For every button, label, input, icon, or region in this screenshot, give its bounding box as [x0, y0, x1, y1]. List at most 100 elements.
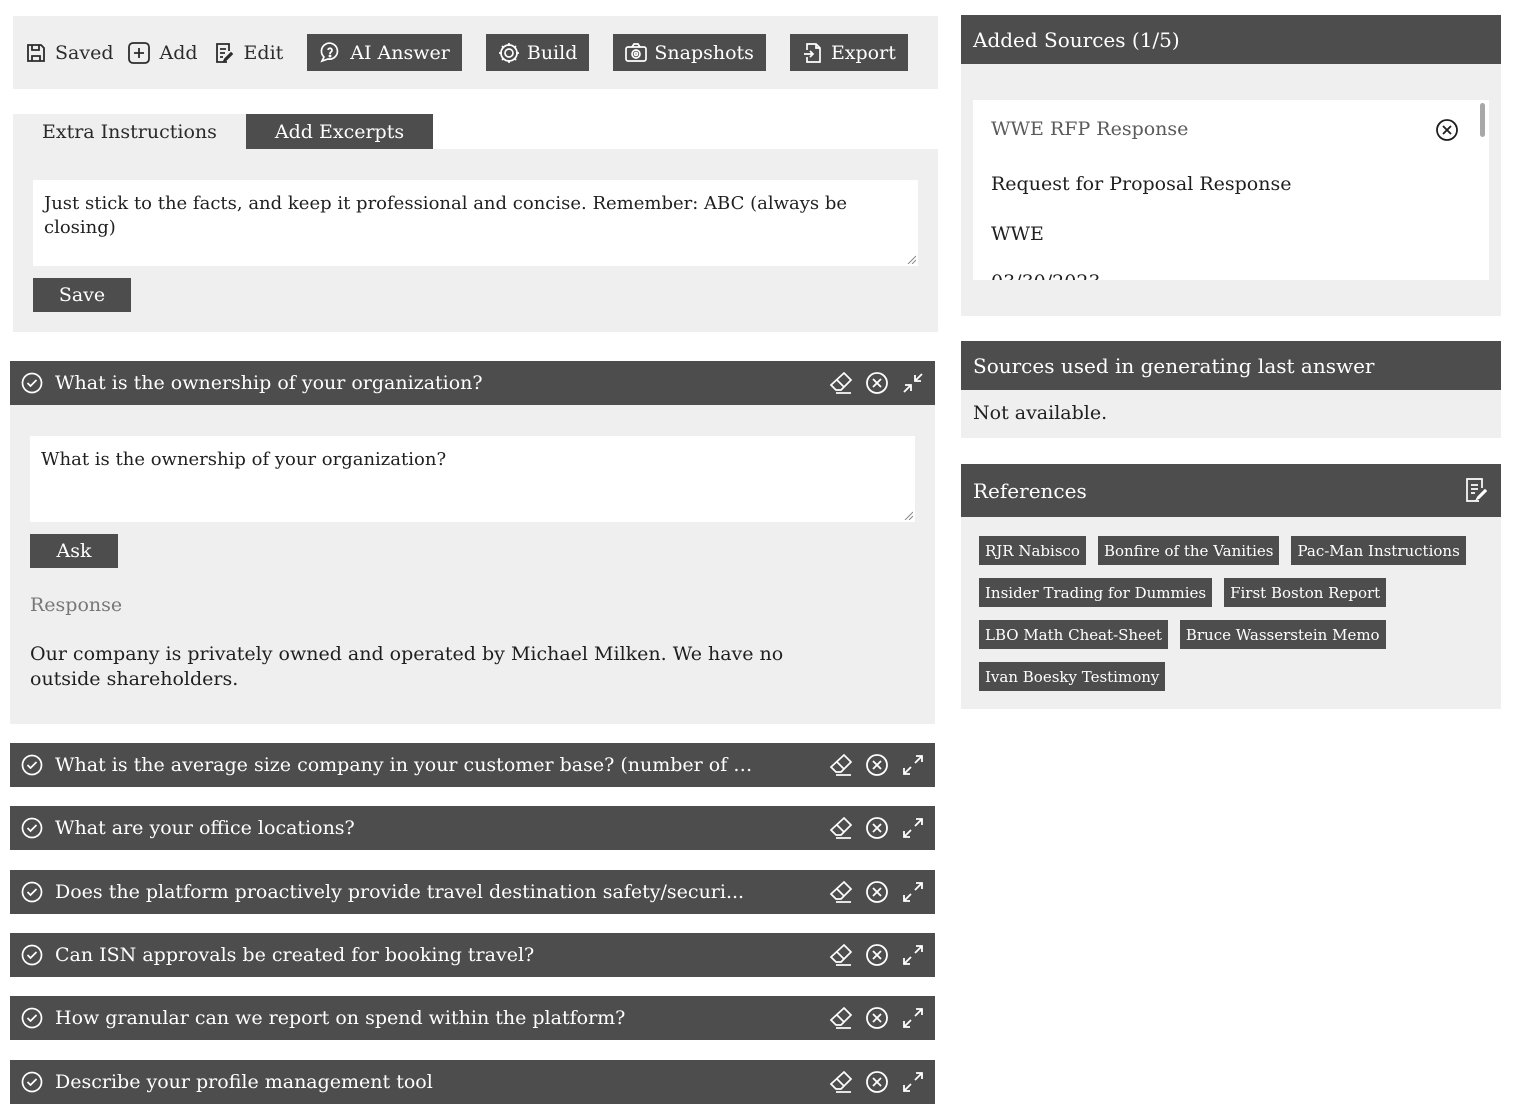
source-preview-line: Request for Proposal Response: [991, 173, 1292, 195]
question-header[interactable]: Describe your profile management tool: [10, 1060, 935, 1104]
question-input-value: What is the ownership of your organizati…: [41, 449, 447, 470]
edit-button[interactable]: Edit: [212, 34, 284, 71]
ai-answer-button[interactable]: AI Answer: [307, 34, 462, 71]
eraser-icon[interactable]: [828, 815, 854, 841]
references-body: RJR Nabisco Bonfire of the Vanities Pac-…: [961, 517, 1501, 709]
source-preview-line: 03/30/2023: [991, 271, 1101, 280]
camera-icon: [624, 41, 654, 65]
source-preview-line: WWE: [991, 223, 1044, 245]
question-expanded-body: What is the ownership of your organizati…: [10, 405, 935, 724]
add-label: Add: [159, 41, 198, 64]
question-chat-icon: [318, 41, 350, 65]
resize-handle-icon[interactable]: [907, 255, 916, 264]
question-title: Describe your profile management tool: [55, 1071, 433, 1093]
source-card[interactable]: WWE RFP Response Request for Proposal Re…: [973, 100, 1489, 280]
eraser-icon[interactable]: [828, 752, 854, 778]
reference-tag[interactable]: Bruce Wasserstein Memo: [1179, 620, 1386, 649]
question-title: Does the platform proactively provide tr…: [55, 881, 745, 903]
question-textarea[interactable]: What is the ownership of your organizati…: [30, 436, 915, 522]
ask-button[interactable]: Ask: [30, 534, 118, 568]
tab-body: Just stick to the facts, and keep it pro…: [13, 149, 938, 332]
export-label: Export: [830, 41, 896, 64]
edit-document-icon: [212, 41, 244, 65]
instructions-textarea[interactable]: Just stick to the facts, and keep it pro…: [33, 180, 918, 266]
added-sources-body: WWE RFP Response Request for Proposal Re…: [961, 64, 1501, 316]
collapse-icon[interactable]: [900, 370, 926, 396]
export-icon: [801, 41, 831, 65]
check-circle-icon: [21, 754, 43, 776]
sources-used-title: Sources used in generating last answer: [973, 353, 1375, 378]
remove-circle-icon[interactable]: [864, 1069, 890, 1095]
instructions-panel: Extra Instructions Add Excerpts Just sti…: [13, 114, 938, 332]
tab-extra-instructions[interactable]: Extra Instructions: [13, 114, 246, 149]
response-label: Response: [30, 594, 123, 616]
check-circle-icon: [21, 372, 43, 394]
tab-add-excerpts[interactable]: Add Excerpts: [245, 114, 434, 149]
references-header: References: [961, 464, 1501, 517]
eraser-icon[interactable]: [828, 879, 854, 905]
expand-icon[interactable]: [900, 942, 926, 968]
export-button[interactable]: Export: [789, 34, 908, 71]
remove-circle-icon[interactable]: [864, 752, 890, 778]
question-title: Can ISN approvals be created for booking…: [55, 944, 535, 966]
build-label: Build: [526, 41, 578, 64]
eraser-icon[interactable]: [828, 1069, 854, 1095]
build-gear-icon: [497, 41, 527, 65]
remove-circle-icon[interactable]: [864, 942, 890, 968]
question-header-active[interactable]: What is the ownership of your organizati…: [10, 361, 935, 405]
remove-circle-icon[interactable]: [864, 370, 890, 396]
reference-tag[interactable]: Insider Trading for Dummies: [979, 578, 1213, 607]
resize-handle-icon[interactable]: [904, 511, 913, 520]
question-header[interactable]: What are your office locations?: [10, 806, 935, 850]
source-name: WWE RFP Response: [991, 118, 1189, 140]
question-header[interactable]: Does the platform proactively provide tr…: [10, 870, 935, 914]
remove-circle-icon[interactable]: [864, 1005, 890, 1031]
response-text: Our company is privately owned and opera…: [30, 643, 784, 690]
question-header[interactable]: How granular can we report on spend with…: [10, 996, 935, 1040]
reference-tag[interactable]: LBO Math Cheat-Sheet: [979, 620, 1168, 649]
question-title: What is the ownership of your organizati…: [55, 372, 483, 394]
sources-used-header: Sources used in generating last answer: [961, 341, 1501, 390]
question-title: What is the average size company in your…: [55, 754, 755, 776]
expand-icon[interactable]: [900, 752, 926, 778]
reference-tag[interactable]: RJR Nabisco: [979, 536, 1086, 565]
remove-source-icon[interactable]: [1435, 118, 1459, 142]
question-header[interactable]: What is the average size company in your…: [10, 743, 935, 787]
snapshots-label: Snapshots: [654, 41, 754, 64]
source-scrollbar[interactable]: [1480, 103, 1485, 137]
plus-square-icon: [127, 41, 159, 65]
question-header[interactable]: Can ISN approvals be created for booking…: [10, 933, 935, 977]
remove-circle-icon[interactable]: [864, 879, 890, 905]
saved-button[interactable]: Saved: [25, 34, 113, 71]
edit-references-icon[interactable]: [1463, 476, 1489, 504]
question-title: What are your office locations?: [55, 817, 355, 839]
instructions-value: Just stick to the facts, and keep it pro…: [44, 193, 848, 238]
add-button[interactable]: Add: [127, 34, 198, 71]
added-sources-header: Added Sources (1/5): [961, 15, 1501, 64]
check-circle-icon: [21, 944, 43, 966]
saved-label: Saved: [55, 41, 114, 64]
ai-answer-label: AI Answer: [350, 41, 450, 64]
eraser-icon[interactable]: [828, 1005, 854, 1031]
eraser-icon[interactable]: [828, 370, 854, 396]
expand-icon[interactable]: [900, 1005, 926, 1031]
build-button[interactable]: Build: [485, 34, 590, 71]
eraser-icon[interactable]: [828, 942, 854, 968]
reference-tag[interactable]: Pac-Man Instructions: [1291, 536, 1466, 565]
expand-icon[interactable]: [900, 815, 926, 841]
reference-tag[interactable]: First Boston Report: [1224, 578, 1387, 607]
check-circle-icon: [21, 881, 43, 903]
expand-icon[interactable]: [900, 1069, 926, 1095]
reference-tag[interactable]: Bonfire of the Vanities: [1097, 536, 1280, 565]
remove-circle-icon[interactable]: [864, 815, 890, 841]
expand-icon[interactable]: [900, 879, 926, 905]
reference-tag[interactable]: Ivan Boesky Testimony: [979, 662, 1166, 691]
snapshots-button[interactable]: Snapshots: [613, 34, 766, 71]
added-sources-title: Added Sources (1/5): [973, 27, 1180, 52]
check-circle-icon: [21, 817, 43, 839]
tab-bar: Extra Instructions Add Excerpts: [13, 114, 938, 149]
sources-used-status: Not available.: [973, 402, 1108, 424]
check-circle-icon: [21, 1007, 43, 1029]
edit-label: Edit: [243, 41, 284, 64]
save-instructions-button[interactable]: Save: [33, 278, 131, 312]
